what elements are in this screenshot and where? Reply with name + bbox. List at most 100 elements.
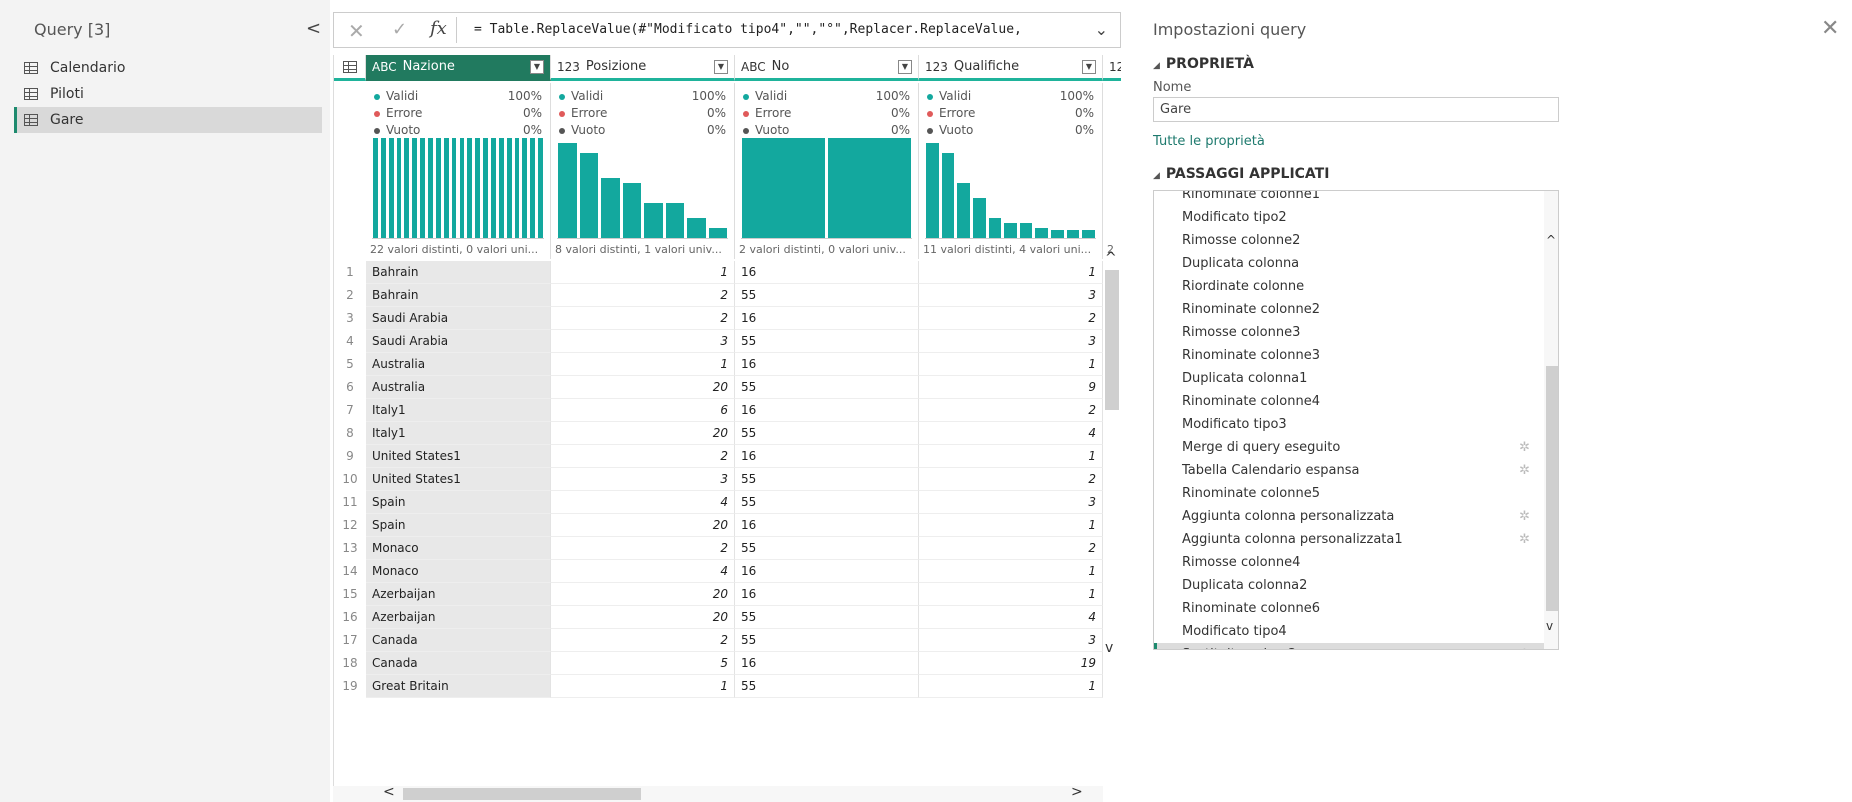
table-cell-posizione[interactable]: 3 bbox=[551, 330, 735, 353]
table-cell-no[interactable]: 55 bbox=[735, 284, 919, 307]
table-cell-nazione[interactable]: Saudi Arabia bbox=[366, 330, 551, 353]
scroll-down-icon[interactable]: v bbox=[1546, 619, 1553, 633]
applied-step[interactable]: Rinominate colonne1 bbox=[1154, 191, 1544, 206]
applied-step[interactable]: Aggiunta colonna personalizzata1 ✲ bbox=[1154, 528, 1544, 551]
applied-step[interactable]: Rinominate colonne6 bbox=[1154, 597, 1544, 620]
applied-step[interactable]: Tabella Calendario espansa ✲ bbox=[1154, 459, 1544, 482]
applied-step[interactable]: Aggiunta colonna personalizzata ✲ bbox=[1154, 505, 1544, 528]
gear-icon[interactable]: ✲ bbox=[1519, 643, 1530, 649]
table-cell-nazione[interactable]: Italy1 bbox=[366, 422, 551, 445]
column-header-nazione[interactable]: ABC Nazione ▼ bbox=[366, 55, 551, 81]
applied-step[interactable]: Rimosse colonne4 bbox=[1154, 551, 1544, 574]
table-cell-posizione[interactable]: 1 bbox=[551, 353, 735, 376]
table-cell-qualifiche[interactable]: 1 bbox=[919, 560, 1103, 583]
table-cell-qualifiche[interactable]: 1 bbox=[919, 445, 1103, 468]
table-cell-no[interactable]: 55 bbox=[735, 376, 919, 399]
table-cell-nazione[interactable]: United States1 bbox=[366, 445, 551, 468]
filter-dropdown-icon[interactable]: ▼ bbox=[714, 59, 728, 74]
table-cell-nazione[interactable]: Azerbaijan bbox=[366, 583, 551, 606]
table-cell-posizione[interactable]: 5 bbox=[551, 652, 735, 675]
table-cell-posizione[interactable]: 20 bbox=[551, 583, 735, 606]
filter-dropdown-icon[interactable]: ▼ bbox=[898, 59, 912, 74]
applied-steps-header[interactable]: ◢ PASSAGGI APPLICATI bbox=[1153, 166, 1329, 182]
table-cell-no[interactable]: 16 bbox=[735, 307, 919, 330]
all-properties-link[interactable]: Tutte le proprietà bbox=[1153, 134, 1265, 149]
table-cell-posizione[interactable]: 20 bbox=[551, 376, 735, 399]
vertical-scrollbar[interactable]: ^ v bbox=[1103, 250, 1121, 690]
applied-step[interactable]: Duplicata colonna1 bbox=[1154, 367, 1544, 390]
close-icon[interactable]: ✕ bbox=[1821, 16, 1839, 41]
table-cell-no[interactable]: 16 bbox=[735, 445, 919, 468]
scroll-right-icon[interactable]: > bbox=[1071, 784, 1083, 800]
table-cell-qualifiche[interactable]: 19 bbox=[919, 652, 1103, 675]
column-type-icon[interactable]: 123 bbox=[557, 60, 580, 74]
table-cell-qualifiche[interactable]: 1 bbox=[919, 261, 1103, 284]
table-cell-posizione[interactable]: 20 bbox=[551, 422, 735, 445]
scroll-down-icon[interactable]: v bbox=[1105, 640, 1113, 656]
table-cell-no[interactable]: 55 bbox=[735, 537, 919, 560]
fx-icon[interactable]: fx bbox=[430, 18, 447, 39]
table-cell-posizione[interactable]: 3 bbox=[551, 468, 735, 491]
table-cell-no[interactable]: 55 bbox=[735, 675, 919, 698]
scroll-thumb[interactable] bbox=[403, 788, 641, 800]
table-cell-no[interactable]: 55 bbox=[735, 629, 919, 652]
applied-step[interactable]: Rinominate colonne3 bbox=[1154, 344, 1544, 367]
table-cell-qualifiche[interactable]: 4 bbox=[919, 606, 1103, 629]
applied-step[interactable]: Rinominate colonne4 bbox=[1154, 390, 1544, 413]
table-cell-no[interactable]: 55 bbox=[735, 422, 919, 445]
table-cell-qualifiche[interactable]: 3 bbox=[919, 284, 1103, 307]
table-cell-posizione[interactable]: 2 bbox=[551, 284, 735, 307]
gear-icon[interactable]: ✲ bbox=[1519, 436, 1530, 459]
table-cell-nazione[interactable]: Monaco bbox=[366, 560, 551, 583]
table-cell-no[interactable]: 16 bbox=[735, 560, 919, 583]
table-cell-qualifiche[interactable]: 1 bbox=[919, 583, 1103, 606]
table-cell-qualifiche[interactable]: 1 bbox=[919, 514, 1103, 537]
table-cell-posizione[interactable]: 2 bbox=[551, 629, 735, 652]
column-header-qualifiche[interactable]: 123 Qualifiche ▼ bbox=[919, 55, 1103, 81]
table-cell-qualifiche[interactable]: 3 bbox=[919, 330, 1103, 353]
column-type-icon[interactable]: ABC bbox=[372, 60, 397, 74]
query-item-gare[interactable]: Gare bbox=[14, 107, 322, 133]
applied-step[interactable]: Modificato tipo2 bbox=[1154, 206, 1544, 229]
table-cell-posizione[interactable]: 20 bbox=[551, 606, 735, 629]
query-item-piloti[interactable]: Piloti bbox=[14, 81, 322, 107]
table-cell-nazione[interactable]: Great Britain bbox=[366, 675, 551, 698]
table-cell-nazione[interactable]: Monaco bbox=[366, 537, 551, 560]
applied-step[interactable]: Merge di query eseguito ✲ bbox=[1154, 436, 1544, 459]
applied-step[interactable]: Rimosse colonne3 bbox=[1154, 321, 1544, 344]
delete-step-icon[interactable]: ✕ bbox=[1164, 643, 1175, 649]
table-cell-qualifiche[interactable]: 4 bbox=[919, 422, 1103, 445]
table-cell-no[interactable]: 55 bbox=[735, 606, 919, 629]
table-cell-posizione[interactable]: 1 bbox=[551, 261, 735, 284]
applied-step[interactable]: Duplicata colonna bbox=[1154, 252, 1544, 275]
gear-icon[interactable]: ✲ bbox=[1519, 505, 1530, 528]
table-cell-posizione[interactable]: 4 bbox=[551, 491, 735, 514]
table-cell-posizione[interactable]: 4 bbox=[551, 560, 735, 583]
table-cell-qualifiche[interactable]: 3 bbox=[919, 491, 1103, 514]
column-header-no[interactable]: ABC No ▼ bbox=[735, 55, 919, 81]
table-cell-nazione[interactable]: Bahrain bbox=[366, 261, 551, 284]
collapse-pane-button[interactable]: < bbox=[306, 18, 321, 39]
table-cell-posizione[interactable]: 6 bbox=[551, 399, 735, 422]
table-menu-button[interactable] bbox=[334, 55, 366, 81]
horizontal-scrollbar[interactable]: < > bbox=[333, 784, 1103, 802]
query-name-input[interactable]: Gare bbox=[1153, 97, 1559, 122]
table-cell-posizione[interactable]: 1 bbox=[551, 675, 735, 698]
table-cell-no[interactable]: 55 bbox=[735, 491, 919, 514]
steps-scrollbar[interactable]: ^ v bbox=[1544, 191, 1558, 649]
applied-step[interactable]: Rinominate colonne2 bbox=[1154, 298, 1544, 321]
table-cell-qualifiche[interactable]: 1 bbox=[919, 675, 1103, 698]
gear-icon[interactable]: ✲ bbox=[1519, 459, 1530, 482]
properties-header[interactable]: ◢ PROPRIETÀ bbox=[1153, 56, 1254, 72]
table-cell-no[interactable]: 16 bbox=[735, 353, 919, 376]
table-cell-nazione[interactable]: United States1 bbox=[366, 468, 551, 491]
table-cell-no[interactable]: 16 bbox=[735, 399, 919, 422]
table-cell-nazione[interactable]: Australia bbox=[366, 376, 551, 399]
table-cell-posizione[interactable]: 2 bbox=[551, 537, 735, 560]
table-cell-posizione[interactable]: 20 bbox=[551, 514, 735, 537]
column-type-icon[interactable]: ABC bbox=[741, 60, 766, 74]
table-cell-nazione[interactable]: Spain bbox=[366, 514, 551, 537]
table-cell-no[interactable]: 16 bbox=[735, 514, 919, 537]
column-type-icon[interactable]: 123 bbox=[925, 60, 948, 74]
scroll-left-icon[interactable]: < bbox=[383, 784, 395, 800]
